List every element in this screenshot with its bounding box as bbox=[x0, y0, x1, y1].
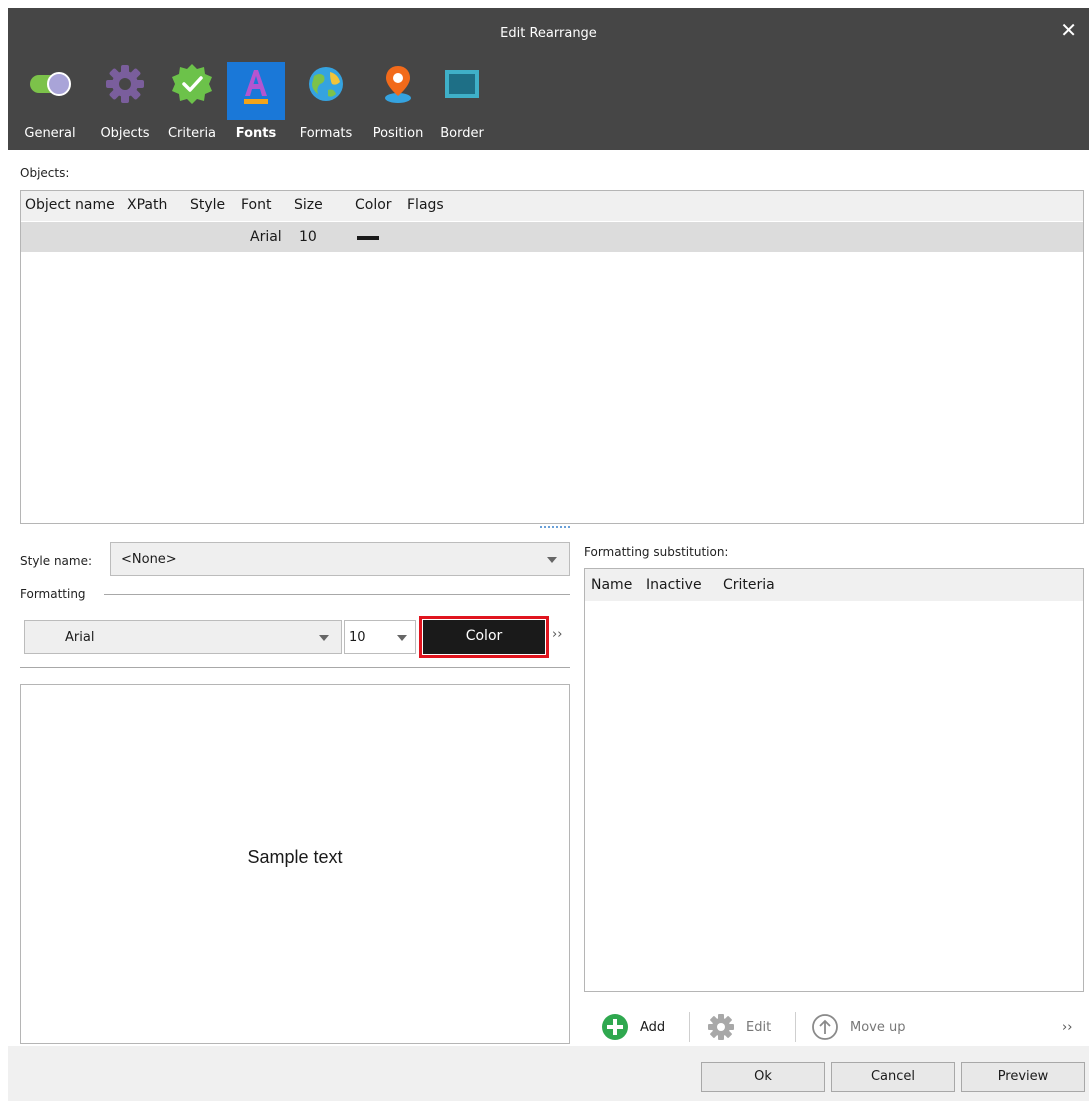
gear-icon bbox=[106, 65, 144, 103]
tab-formats-label: Formats bbox=[299, 126, 353, 141]
substitution-table[interactable]: Name Inactive Criteria bbox=[584, 568, 1084, 992]
column-criteria[interactable]: Criteria bbox=[723, 577, 775, 593]
cell-color-swatch bbox=[357, 236, 379, 240]
column-name[interactable]: Name bbox=[591, 577, 632, 593]
font-value: Arial bbox=[65, 630, 95, 645]
column-flags[interactable]: Flags bbox=[407, 197, 444, 213]
chevron-down-icon bbox=[547, 557, 557, 563]
add-button[interactable]: Add bbox=[600, 1006, 680, 1050]
table-row[interactable]: Arial 10 bbox=[21, 222, 1083, 252]
arrow-up-circle-icon bbox=[812, 1014, 838, 1040]
column-style[interactable]: Style bbox=[190, 197, 225, 213]
substitution-table-header: Name Inactive Criteria bbox=[585, 569, 1083, 601]
more-options-icon[interactable]: ›› bbox=[552, 627, 562, 642]
action-separator bbox=[795, 1012, 796, 1042]
objects-label: Objects: bbox=[20, 166, 70, 180]
column-color[interactable]: Color bbox=[355, 197, 392, 213]
move-up-label: Move up bbox=[850, 1020, 906, 1035]
dialog-footer: Ok Cancel Preview bbox=[8, 1046, 1089, 1101]
title-bar: Edit Rearrange ✕ bbox=[8, 8, 1089, 58]
add-icon bbox=[602, 1014, 628, 1040]
chevron-down-icon bbox=[397, 635, 407, 641]
edit-label: Edit bbox=[746, 1020, 772, 1035]
move-up-button[interactable]: Move up bbox=[810, 1006, 930, 1050]
gear-icon bbox=[708, 1014, 734, 1040]
preview-button[interactable]: Preview bbox=[961, 1062, 1085, 1092]
close-icon[interactable]: ✕ bbox=[1060, 20, 1077, 40]
substitution-actions: Add Edit Move up ›› bbox=[584, 1006, 1084, 1050]
ok-button[interactable]: Ok bbox=[701, 1062, 825, 1092]
color-button[interactable]: Color bbox=[419, 616, 549, 658]
border-box-icon bbox=[445, 70, 479, 98]
size-select[interactable]: 10 bbox=[344, 620, 416, 654]
column-xpath[interactable]: XPath bbox=[127, 197, 167, 213]
tab-fonts-label: Fonts bbox=[235, 126, 277, 141]
tab-position[interactable]: Position bbox=[366, 58, 430, 150]
tab-objects-label: Objects bbox=[100, 126, 150, 141]
toggle-icon bbox=[30, 72, 71, 96]
globe-icon bbox=[309, 67, 343, 101]
sample-text: Sample text bbox=[247, 847, 343, 867]
cell-size: 10 bbox=[299, 229, 317, 245]
checkmark-badge-icon bbox=[172, 64, 212, 104]
size-value: 10 bbox=[349, 630, 366, 645]
style-name-select[interactable]: <None> bbox=[110, 542, 570, 576]
style-name-value: <None> bbox=[121, 552, 177, 567]
sample-preview: Sample text bbox=[20, 684, 570, 1044]
tab-border[interactable]: Border bbox=[432, 58, 492, 150]
window-title: Edit Rearrange bbox=[500, 26, 597, 41]
font-select[interactable]: Arial bbox=[24, 620, 342, 654]
column-font[interactable]: Font bbox=[241, 197, 271, 213]
tab-criteria-label: Criteria bbox=[167, 126, 217, 141]
cell-font: Arial bbox=[250, 229, 282, 245]
font-a-icon bbox=[244, 70, 268, 104]
tab-fonts[interactable]: Fonts bbox=[226, 58, 286, 150]
formatting-substitution-label: Formatting substitution: bbox=[584, 545, 729, 559]
tab-formats[interactable]: Formats bbox=[290, 58, 362, 150]
cancel-label: Cancel bbox=[870, 1069, 916, 1084]
cancel-button[interactable]: Cancel bbox=[831, 1062, 955, 1092]
edit-button[interactable]: Edit bbox=[706, 1006, 786, 1050]
action-separator bbox=[689, 1012, 690, 1042]
column-inactive[interactable]: Inactive bbox=[646, 577, 702, 593]
objects-table-header: Object name XPath Style Font Size Color … bbox=[21, 191, 1083, 221]
tab-position-label: Position bbox=[372, 126, 424, 141]
category-toolbar: General Objects Criteria Fonts Formats P… bbox=[8, 58, 1089, 150]
tab-criteria[interactable]: Criteria bbox=[160, 58, 224, 150]
formatting-group-line bbox=[104, 594, 570, 595]
objects-table[interactable]: Object name XPath Style Font Size Color … bbox=[20, 190, 1084, 524]
column-size[interactable]: Size bbox=[294, 197, 323, 213]
tab-objects[interactable]: Objects bbox=[93, 58, 157, 150]
formatting-bottom-line bbox=[20, 667, 570, 668]
column-object-name[interactable]: Object name bbox=[25, 197, 115, 213]
location-pin-icon bbox=[385, 66, 411, 103]
tab-general-label: General bbox=[24, 126, 76, 141]
add-label: Add bbox=[640, 1020, 666, 1035]
splitter-handle[interactable] bbox=[540, 526, 570, 530]
preview-label: Preview bbox=[997, 1069, 1049, 1084]
tab-general[interactable]: General bbox=[10, 58, 90, 150]
ok-label: Ok bbox=[754, 1069, 772, 1084]
more-actions-icon[interactable]: ›› bbox=[1062, 1020, 1072, 1035]
style-name-label: Style name: bbox=[20, 554, 93, 568]
tab-border-label: Border bbox=[440, 126, 484, 141]
chevron-down-icon bbox=[319, 635, 329, 641]
formatting-label: Formatting bbox=[20, 587, 86, 601]
